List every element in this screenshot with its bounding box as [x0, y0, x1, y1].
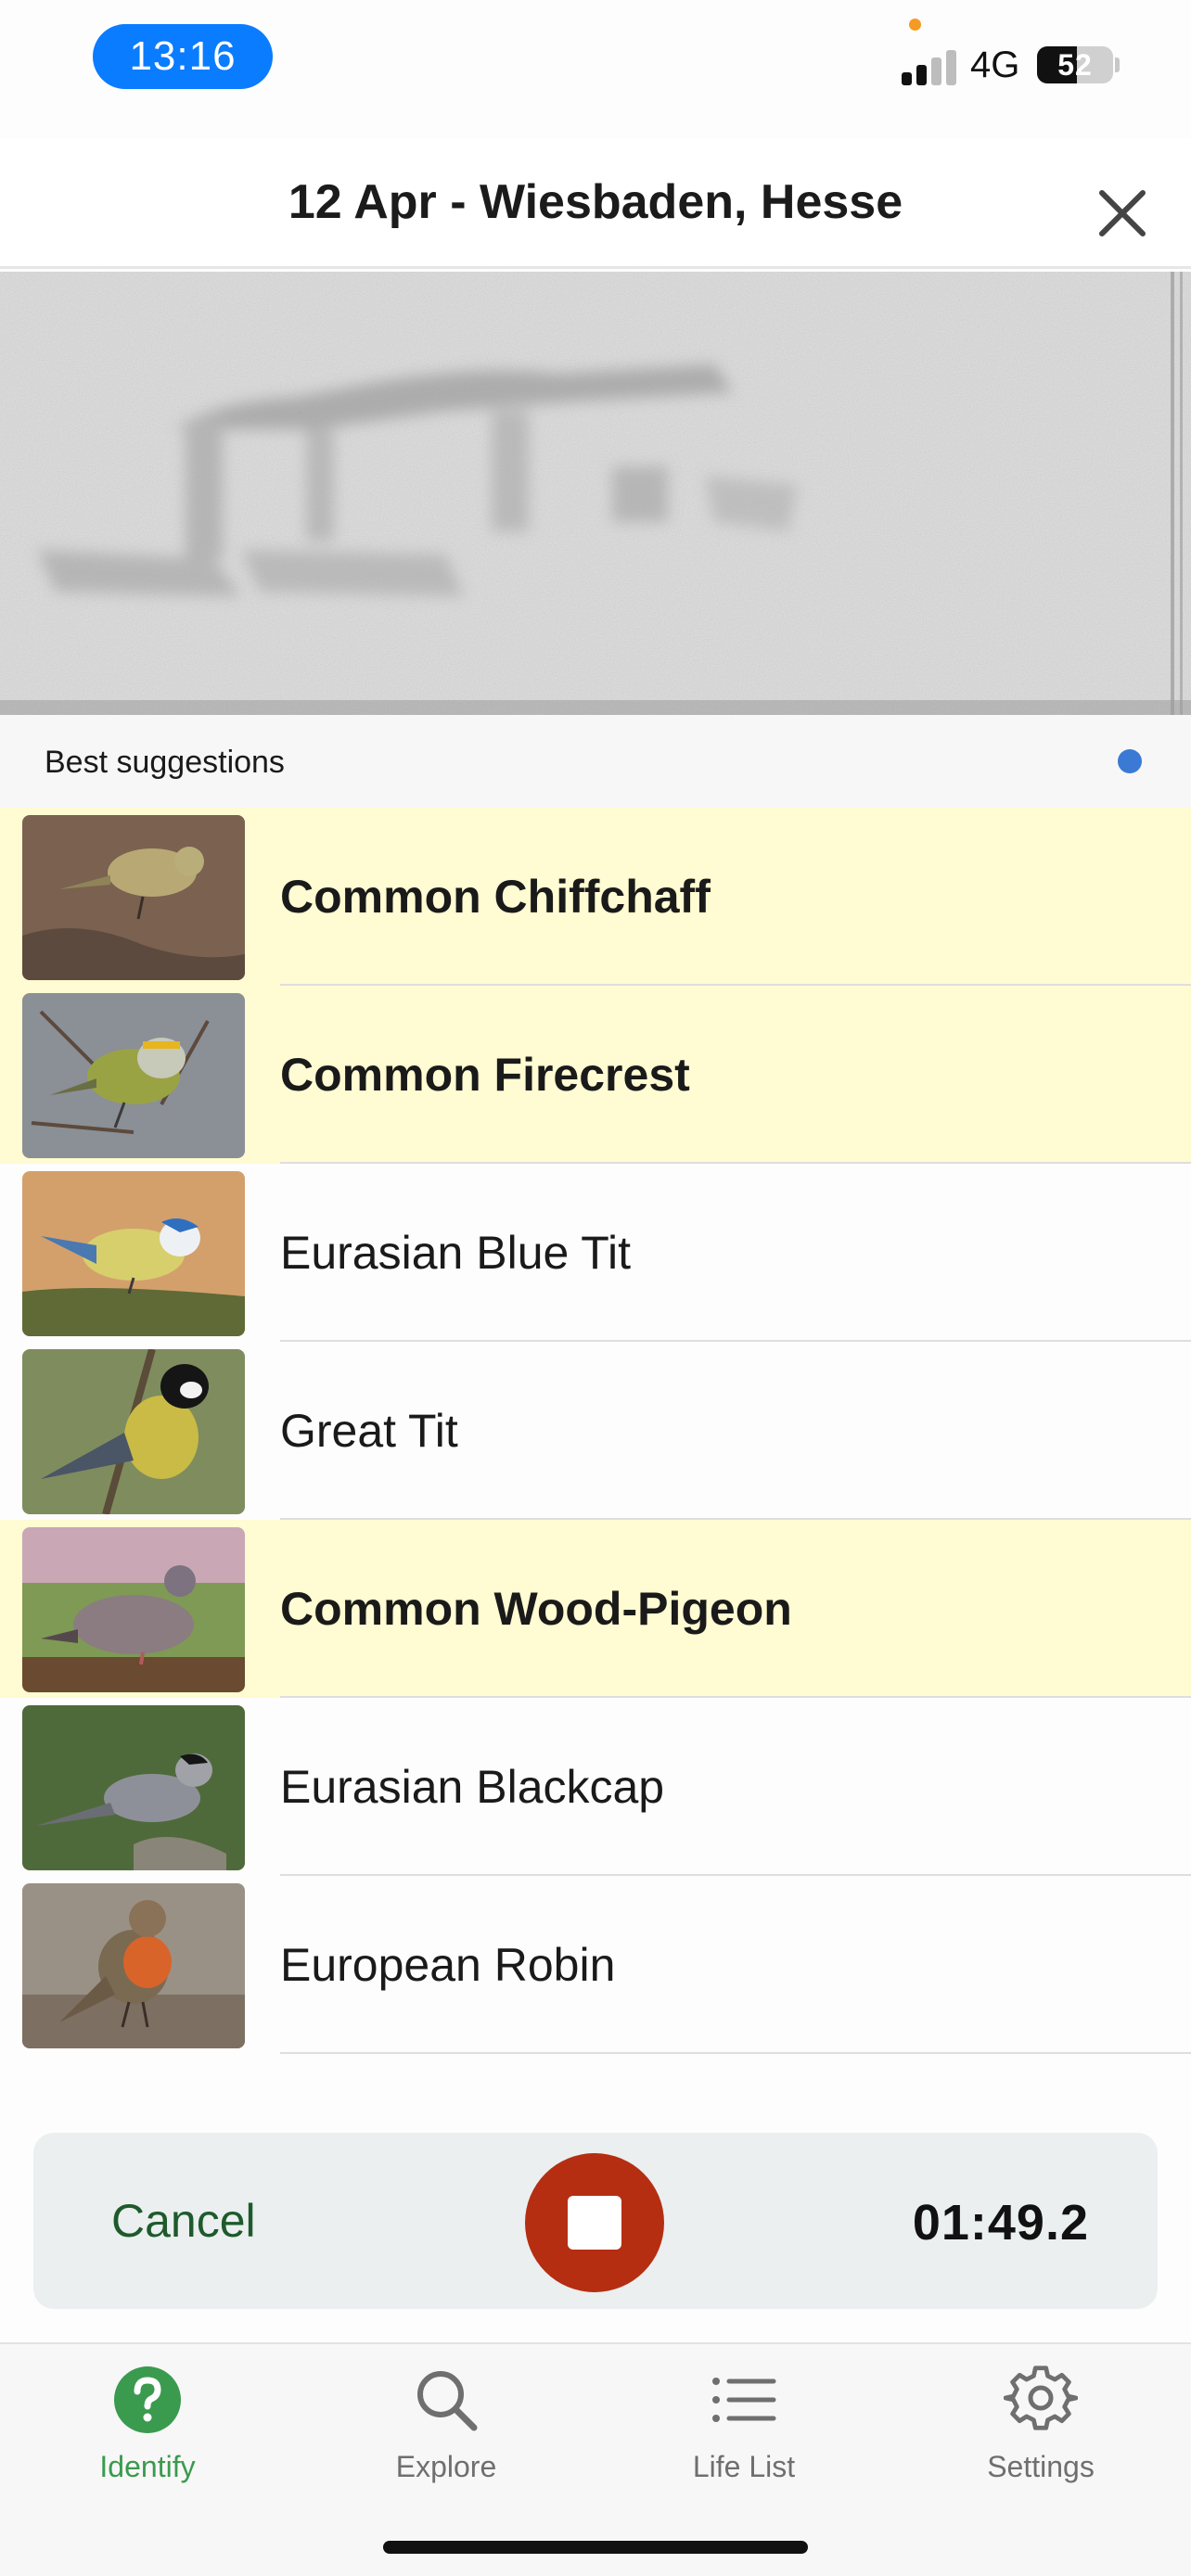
species-row-great-tit[interactable]: Great Tit — [0, 1342, 1191, 1520]
species-name: Eurasian Blackcap — [280, 1761, 665, 1813]
recording-controls: Cancel 01:49.2 — [33, 2133, 1158, 2309]
species-photo — [22, 993, 245, 1158]
species-list: Common Chiffchaff Common Firecrest Euras… — [0, 808, 1191, 2054]
battery-level: 52 — [1057, 47, 1093, 82]
privacy-indicator-dot — [909, 19, 921, 31]
species-row-common-chiffchaff[interactable]: Common Chiffchaff — [0, 808, 1191, 986]
species-name: Common Wood-Pigeon — [280, 1583, 792, 1635]
close-icon — [1099, 190, 1146, 236]
tab-label: Identify — [99, 2450, 196, 2483]
species-name: Common Firecrest — [280, 1049, 690, 1101]
status-time[interactable]: 13:16 — [93, 24, 273, 89]
tab-label: Explore — [395, 2450, 497, 2483]
list-icon — [712, 2378, 776, 2422]
species-photo — [22, 1349, 245, 1514]
spectrogram-image — [0, 272, 1191, 715]
suggestions-header: Best suggestions — [0, 715, 1191, 808]
home-indicator[interactable] — [383, 2541, 808, 2554]
battery-icon: 52 — [1037, 46, 1113, 83]
species-name: European Robin — [280, 1939, 616, 1991]
cellular-signal-icon — [902, 48, 957, 85]
stop-icon — [568, 2196, 621, 2250]
close-button[interactable] — [1085, 176, 1159, 250]
question-icon — [114, 2366, 181, 2433]
species-name: Common Chiffchaff — [280, 871, 711, 923]
tab-label: Settings — [987, 2450, 1095, 2483]
suggestions-label: Best suggestions — [45, 745, 285, 780]
page-title: 12 Apr - Wiesbaden, Hesse — [288, 175, 903, 229]
species-row-common-firecrest[interactable]: Common Firecrest — [0, 986, 1191, 1164]
species-name: Great Tit — [280, 1405, 458, 1457]
tab-label: Life List — [692, 2450, 796, 2483]
species-photo — [22, 1705, 245, 1870]
species-photo — [22, 1171, 245, 1336]
live-indicator-dot — [1118, 749, 1142, 773]
tab-life-list[interactable]: Life List — [651, 2363, 837, 2502]
tab-identify[interactable]: Identify — [55, 2363, 240, 2502]
species-photo — [22, 1883, 245, 2048]
status-bar: 13:16 4G 52 — [0, 0, 1191, 121]
species-row-eurasian-blackcap[interactable]: Eurasian Blackcap — [0, 1698, 1191, 1876]
row-divider — [280, 2052, 1191, 2054]
species-name: Eurasian Blue Tit — [280, 1227, 631, 1279]
species-photo — [22, 1527, 245, 1692]
network-type: 4G — [970, 45, 1020, 85]
cancel-button[interactable]: Cancel — [111, 2194, 256, 2248]
spectrogram[interactable] — [0, 272, 1191, 715]
species-row-eurasian-blue-tit[interactable]: Eurasian Blue Tit — [0, 1164, 1191, 1342]
recording-header: 12 Apr - Wiesbaden, Hesse — [0, 139, 1191, 269]
recording-timer: 01:49.2 — [912, 2195, 1089, 2251]
species-row-common-wood-pigeon[interactable]: Common Wood-Pigeon — [0, 1520, 1191, 1698]
battery-tip — [1115, 57, 1120, 72]
stop-recording-button[interactable] — [525, 2153, 664, 2292]
search-icon — [417, 2371, 478, 2431]
gear-icon — [1004, 2366, 1078, 2430]
species-row-european-robin[interactable]: European Robin — [0, 1876, 1191, 2054]
tab-explore[interactable]: Explore — [353, 2363, 539, 2502]
tab-settings[interactable]: Settings — [948, 2363, 1133, 2502]
species-photo — [22, 815, 245, 980]
